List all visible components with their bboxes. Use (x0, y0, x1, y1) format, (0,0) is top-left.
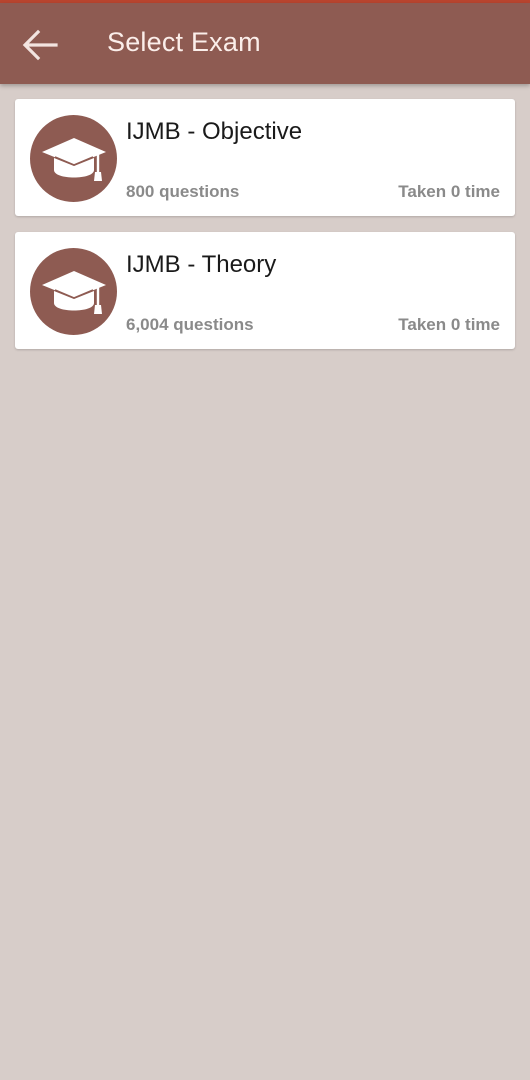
exam-avatar (30, 248, 117, 335)
app-bar: Select Exam (0, 3, 530, 84)
page-title: Select Exam (107, 27, 261, 57)
exam-avatar (30, 115, 117, 202)
arrow-left-icon (22, 29, 58, 61)
taken-count: Taken 0 time (398, 315, 500, 334)
back-button[interactable] (16, 23, 64, 67)
exam-card-ijmb-objective[interactable]: IJMB - Objective 800 questions Taken 0 t… (15, 99, 515, 216)
exam-name: IJMB - Objective (126, 118, 303, 145)
exam-list: IJMB - Objective 800 questions Taken 0 t… (15, 99, 515, 365)
question-count: 6,004 questions (126, 315, 254, 334)
graduation-cap-icon (42, 271, 106, 314)
exam-name: IJMB - Theory (126, 251, 277, 278)
graduation-cap-icon (42, 138, 106, 181)
question-count: 800 questions (126, 182, 240, 201)
exam-card-ijmb-theory[interactable]: IJMB - Theory 6,004 questions Taken 0 ti… (15, 232, 515, 349)
taken-count: Taken 0 time (398, 182, 500, 201)
